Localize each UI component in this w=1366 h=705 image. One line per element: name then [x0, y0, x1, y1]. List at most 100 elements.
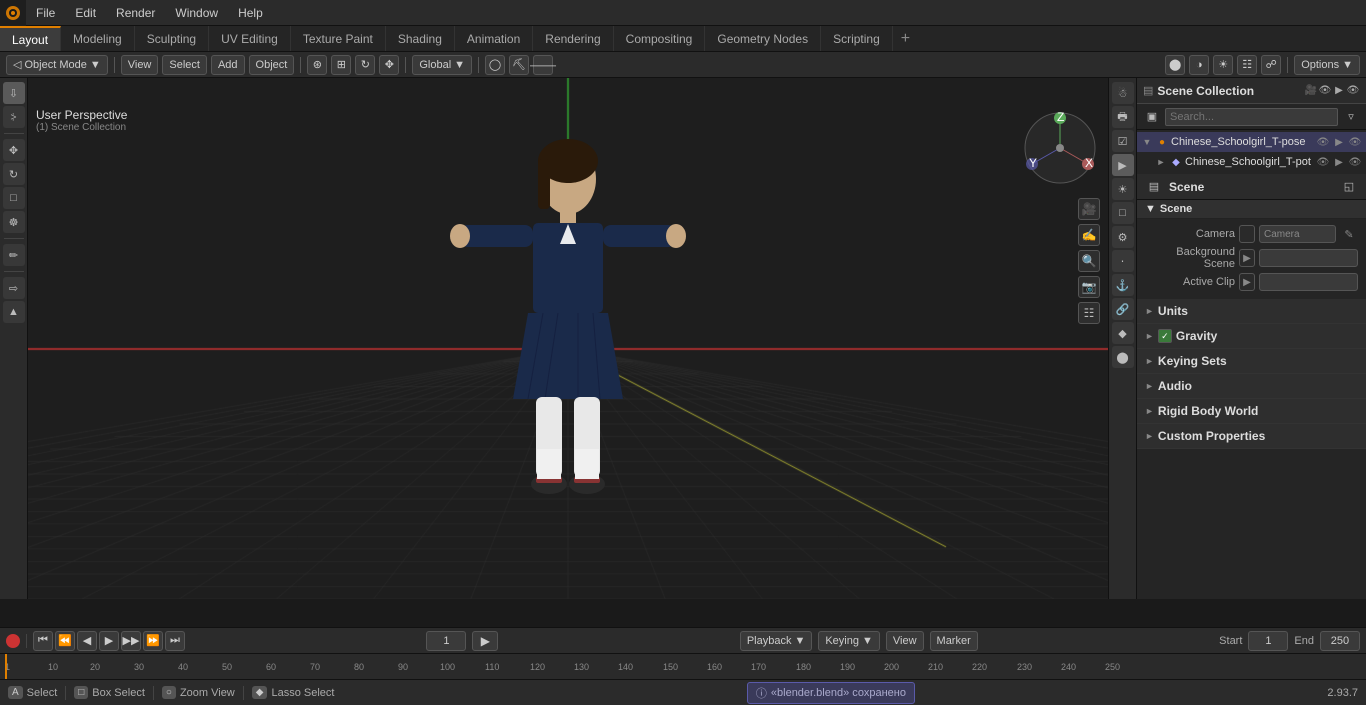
menu-render[interactable]: Render: [106, 0, 165, 25]
timeline-ruler[interactable]: 1 10 20 30 40 50 60 70 80 90 100 110 120…: [0, 654, 1366, 680]
jump-forward-btn[interactable]: ⏩: [143, 631, 163, 651]
tab-animation[interactable]: Animation: [455, 26, 533, 51]
snap-toggle[interactable]: ⛏: [509, 55, 529, 75]
keying-sets-header[interactable]: ► Keying Sets: [1137, 349, 1366, 373]
view-timeline-btn[interactable]: View: [886, 631, 924, 651]
cursor-tool[interactable]: ⊛: [307, 55, 327, 75]
outliner-select-icon-1[interactable]: ▶: [1332, 155, 1346, 169]
tab-uv-editing[interactable]: UV Editing: [209, 26, 291, 51]
zoom-view-btn[interactable]: 🔍: [1078, 250, 1100, 272]
viewport-shading-material[interactable]: ◑: [1189, 55, 1209, 75]
prop-constraints-icon[interactable]: 🔗: [1112, 298, 1134, 320]
scale-tool[interactable]: ✥: [379, 55, 399, 75]
camera-view-btn[interactable]: 🎥: [1078, 198, 1100, 220]
move-tool[interactable]: ⊞: [331, 55, 351, 75]
mode-select[interactable]: ◁ Object Mode ▼: [6, 55, 108, 75]
next-frame-btn[interactable]: ▶▶: [121, 631, 141, 651]
rigid-body-header[interactable]: ► Rigid Body World: [1137, 399, 1366, 423]
tab-rendering[interactable]: Rendering: [533, 26, 613, 51]
annotate-tool[interactable]: ✏: [3, 244, 25, 266]
gravity-checkbox[interactable]: ✓: [1158, 329, 1172, 343]
tab-scripting[interactable]: Scripting: [821, 26, 893, 51]
prop-object-icon[interactable]: □: [1112, 202, 1134, 224]
prop-camera-pen[interactable]: ✎: [1340, 225, 1358, 243]
outliner-view-icon-1[interactable]: 👁: [1316, 155, 1330, 169]
menu-edit[interactable]: Edit: [65, 0, 106, 25]
prop-material-icon[interactable]: ⬤: [1112, 346, 1134, 368]
marker-btn[interactable]: Marker: [930, 631, 978, 651]
scale-tool[interactable]: □: [3, 187, 25, 209]
prop-active-clip-icon[interactable]: ▶: [1239, 273, 1255, 291]
select-tool[interactable]: ⇩: [3, 82, 25, 104]
viewport-shading-rendered[interactable]: ☀: [1213, 55, 1233, 75]
tab-layout[interactable]: Layout: [0, 26, 61, 51]
prop-active-clip-value[interactable]: [1259, 273, 1358, 291]
tab-geometry-nodes[interactable]: Geometry Nodes: [705, 26, 821, 51]
menu-file[interactable]: File: [26, 0, 65, 25]
outliner-icon-view[interactable]: 👁: [1318, 84, 1332, 98]
add-menu[interactable]: Add: [211, 55, 245, 75]
prop-view-layer-icon[interactable]: ☑: [1112, 130, 1134, 152]
jump-to-end-btn[interactable]: ⏭: [165, 631, 185, 651]
jump-back-btn[interactable]: ⏪: [55, 631, 75, 651]
tab-compositing[interactable]: Compositing: [614, 26, 706, 51]
end-frame-input[interactable]: 250: [1320, 631, 1360, 651]
outliner-select-icon-0[interactable]: ▶: [1332, 135, 1346, 149]
prop-pin-icon[interactable]: ◱: [1340, 178, 1358, 196]
rotate-tool[interactable]: ↻: [3, 163, 25, 185]
current-frame-input[interactable]: 1: [426, 631, 466, 651]
playback-btn[interactable]: Playback ▼: [740, 631, 813, 651]
xray-toggle[interactable]: ☍: [1261, 55, 1281, 75]
outliner-hide-icon-0[interactable]: 👁: [1348, 135, 1362, 149]
view-menu[interactable]: View: [121, 55, 159, 75]
transform-tool[interactable]: ☸: [3, 211, 25, 233]
play-btn[interactable]: ▶: [99, 631, 119, 651]
move-tool[interactable]: ✥: [3, 139, 25, 161]
audio-section-header[interactable]: ► Audio: [1137, 374, 1366, 398]
prop-render-icon[interactable]: ☃: [1112, 82, 1134, 104]
pivot-point[interactable]: ◯: [485, 55, 505, 75]
add-workspace-tab[interactable]: +: [893, 26, 918, 51]
prop-background-scene-value[interactable]: [1259, 249, 1358, 267]
outliner-icon-camera[interactable]: 🎥: [1304, 84, 1318, 98]
prop-particles-icon[interactable]: ⋅: [1112, 250, 1134, 272]
outliner-view-icon-0[interactable]: 👁: [1316, 135, 1330, 149]
start-frame-input[interactable]: 1: [1248, 631, 1288, 651]
prop-camera-color[interactable]: [1239, 225, 1255, 243]
viewport-overlays[interactable]: ☷: [1237, 55, 1257, 75]
tab-sculpting[interactable]: Sculpting: [135, 26, 209, 51]
timeline-record-btn[interactable]: [6, 634, 20, 648]
prop-scene-icon[interactable]: ▶: [1112, 154, 1134, 176]
menu-help[interactable]: Help: [228, 0, 273, 25]
add-cube-tool[interactable]: ▲: [3, 301, 25, 323]
prop-data-icon[interactable]: ◆: [1112, 322, 1134, 344]
units-section-header[interactable]: ► Units: [1137, 299, 1366, 323]
prop-modifier-icon[interactable]: ⚙: [1112, 226, 1134, 248]
prop-bg-scene-icon[interactable]: ▶: [1239, 249, 1255, 267]
frame-play-icon[interactable]: ▶: [472, 631, 498, 651]
measure-tool[interactable]: ⇨: [3, 277, 25, 299]
prop-world-icon[interactable]: ☀: [1112, 178, 1134, 200]
prop-physics-icon[interactable]: ⚓: [1112, 274, 1134, 296]
gravity-section-header[interactable]: ► ✓ Gravity: [1137, 324, 1366, 348]
jump-to-start-btn[interactable]: ⏮: [33, 631, 53, 651]
scene-section-header[interactable]: ▼ Scene: [1137, 200, 1366, 219]
viewport-shading-solid[interactable]: ⬤: [1165, 55, 1185, 75]
options-button[interactable]: Options ▼: [1294, 55, 1360, 75]
move-view-btn[interactable]: ✍: [1078, 224, 1100, 246]
prop-nav-icon[interactable]: ▤: [1145, 178, 1163, 196]
viewport-3d[interactable]: User Perspective (1) Scene Collection: [28, 78, 1108, 599]
outliner-item-1[interactable]: ► ◆ Chinese_Schoolgirl_T-pot 👁 ▶ 👁: [1137, 152, 1366, 172]
outliner-item-0[interactable]: ▼ ● Chinese_Schoolgirl_T-pose 👁 ▶ 👁: [1137, 132, 1366, 152]
outliner-search-input[interactable]: [1165, 108, 1338, 126]
outliner-hide-icon-1[interactable]: 👁: [1348, 155, 1362, 169]
tab-modeling[interactable]: Modeling: [61, 26, 135, 51]
outliner-icon-hide[interactable]: 👁: [1346, 84, 1360, 98]
outliner-icon-select[interactable]: ▶: [1332, 84, 1346, 98]
prop-output-icon[interactable]: 🖶: [1112, 106, 1134, 128]
proportional-edit[interactable]: ⸻: [533, 55, 553, 75]
tab-texture-paint[interactable]: Texture Paint: [291, 26, 386, 51]
select-menu[interactable]: Select: [162, 55, 207, 75]
keying-btn[interactable]: Keying ▼: [818, 631, 880, 651]
expand-arrow-0[interactable]: ▼: [1141, 136, 1153, 148]
